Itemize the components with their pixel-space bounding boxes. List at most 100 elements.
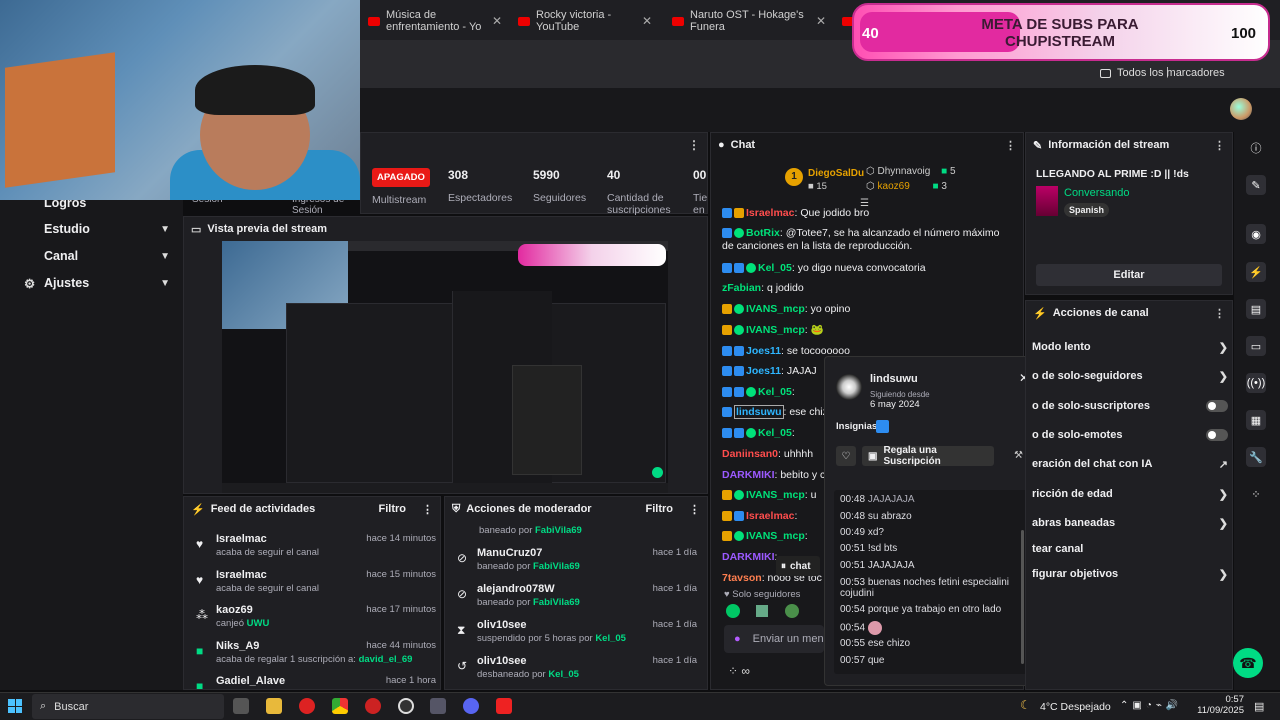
emotes-only-action[interactable]: o de solo-emotes [1032, 425, 1228, 445]
webcam-overlay [0, 0, 360, 200]
taskbar-clock[interactable]: 0:57 11/09/2025 [1196, 694, 1244, 716]
feed-filter-button[interactable]: Filtro [379, 503, 407, 515]
wrench-icon[interactable]: 🔧 [1246, 447, 1266, 467]
opera-gx-icon[interactable] [365, 698, 381, 714]
pencil-icon[interactable]: ✎ [1246, 175, 1266, 195]
history-message: 00:51 JAJAJAJA [840, 560, 915, 571]
sidebar-item-canal[interactable]: Canal ▼ [24, 246, 170, 266]
followers-stat: 5990 Seguidores [533, 168, 587, 204]
chat-menu-icon[interactable]: ⋮ [1005, 139, 1016, 152]
gift-icon: ▣ [868, 450, 878, 462]
info-menu-icon[interactable]: ⋮ [1214, 139, 1225, 152]
camera-icon[interactable]: ◉ [1246, 224, 1266, 244]
chevron-right-icon: ❯ [1218, 517, 1228, 530]
file-explorer-icon[interactable] [266, 698, 282, 714]
taskbar-search[interactable]: ⌕ Buscar [32, 694, 224, 719]
chat-message: Israelmac: Que jodido bro [722, 207, 1014, 220]
browser-tab[interactable]: Música de enfrentamiento - Yo ✕ [360, 8, 510, 34]
opera-icon[interactable] [299, 698, 315, 714]
youtube-icon [368, 16, 380, 26]
mod-item: ⊘ ManuCruz07 baneado por FabiVila69 hace 1 … [457, 547, 697, 572]
app-icon[interactable] [430, 698, 446, 714]
chat-tools-icon[interactable]: ⁘ ∞ [728, 664, 750, 678]
chat-message: BotRix: @Totee7, se ha alcanzado el núme… [722, 227, 1000, 252]
gift-sub-button[interactable]: ▣ Regala una Suscripción [862, 445, 994, 467]
layout-icon[interactable]: ▦ [1246, 410, 1266, 430]
age-restriction-action[interactable]: ricción de edad ❯ [1032, 484, 1228, 504]
configure-goals-action[interactable]: figurar objetivos ❯ [1032, 564, 1228, 584]
mod-item-partial: baneado por FabiVila69 [479, 525, 582, 536]
emote-icon[interactable] [726, 604, 740, 618]
youtube-icon [672, 16, 684, 26]
followers-only-indicator: ♥ Solo seguidores [724, 589, 801, 600]
chat-paused-button[interactable]: ⏸ chat [776, 556, 820, 576]
feed-item: ⁂ kaoz69 canjeó UWU hace 17 minutos [196, 604, 436, 629]
feed-item: ♥ Israelmac acaba de seguir el canal hace 1… [196, 533, 436, 558]
stats-menu-icon[interactable]: ⋮ [688, 138, 700, 152]
close-tab-icon[interactable]: ✕ [492, 14, 502, 28]
windows-start-icon[interactable] [8, 699, 22, 713]
chevron-right-icon: ❯ [1218, 341, 1228, 354]
subs-only-action[interactable]: o de solo-suscriptores [1032, 396, 1228, 416]
top-gifter-1-name: DiegoSalDu [808, 168, 865, 179]
preview-usercard [512, 365, 582, 475]
raid-channel-action[interactable]: tear canal [1032, 539, 1228, 559]
chat-bubble-icon[interactable]: ▭ [1246, 336, 1266, 356]
pause-icon: ⏸ [781, 560, 786, 572]
mod-tool-icon[interactable]: ⚒ [1014, 450, 1023, 461]
banned-words-action[interactable]: abras baneadas ❯ [1032, 513, 1228, 533]
close-tab-icon[interactable]: ✕ [816, 14, 826, 28]
emotes-only-toggle[interactable] [1206, 429, 1228, 441]
document-icon[interactable]: ▤ [1246, 299, 1266, 319]
history-message: 00:49 xd? [840, 527, 884, 538]
preview-header: ▭ Vista previa del stream [191, 223, 328, 236]
avatar[interactable] [1230, 98, 1252, 120]
chat-message: IVANS_mcp: 🐸 [722, 324, 1014, 337]
system-tray-icons[interactable]: ⌃▣◔⌁🔊 [1120, 700, 1182, 711]
chat-input[interactable]: ● Enviar un men [724, 625, 824, 653]
broadcast-icon[interactable]: ((•)) [1246, 373, 1266, 393]
bolt-icon[interactable]: ⚡ [1246, 262, 1266, 282]
stream-preview-video[interactable] [222, 241, 668, 493]
feed-item: ♥ Israelmac acaba de seguir el canal hace 1… [196, 569, 436, 594]
category-label: Conversando [1064, 187, 1130, 199]
ban-icon: ⊘ [457, 587, 468, 601]
app-icon[interactable] [496, 698, 512, 714]
user-avatar [836, 374, 862, 400]
sidebar-item-ajustes[interactable]: ⚙ Ajustes ▼ [24, 273, 170, 293]
emote-icon[interactable] [785, 604, 799, 618]
emote-icon[interactable] [756, 605, 768, 617]
browser-tab[interactable]: Rocky victoria - YouTube ✕ [510, 8, 660, 34]
chevron-down-icon: ▼ [160, 277, 170, 289]
all-bookmarks-button[interactable]: Todos los marcadores [1100, 60, 1225, 86]
info-icon[interactable]: ⓘ [1246, 138, 1266, 158]
browser-tab[interactable]: Naruto OST - Hokage's Funera ✕ [664, 8, 834, 34]
actions-menu-icon[interactable]: ⋮ [1214, 307, 1225, 320]
chevron-down-icon: ▼ [160, 223, 170, 235]
subs-only-toggle[interactable] [1206, 400, 1228, 412]
gift-icon: ■ [196, 644, 204, 658]
microphone-icon: ● [734, 633, 741, 645]
mod-menu-icon[interactable]: ⋮ [689, 503, 700, 516]
heart-icon: ♥ [196, 573, 204, 587]
apps-icon[interactable]: ⁘ [1246, 484, 1266, 504]
feed-menu-icon[interactable]: ⋮ [422, 503, 433, 516]
task-view-icon[interactable] [233, 698, 249, 714]
following-since-label: Siguiendo desde [870, 390, 930, 399]
mod-filter-button[interactable]: Filtro [646, 503, 674, 515]
close-tab-icon[interactable]: ✕ [642, 14, 652, 28]
slow-mode-action[interactable]: Modo lento ❯ [1032, 337, 1228, 357]
discord-icon[interactable] [463, 698, 479, 714]
notifications-icon[interactable]: ▤ [1254, 700, 1264, 713]
ai-moderation-action[interactable]: eración del chat con IA ↗ [1032, 454, 1228, 474]
obs-icon[interactable] [398, 698, 414, 714]
support-icon[interactable]: ☎ [1233, 648, 1263, 678]
chrome-icon[interactable] [332, 698, 348, 714]
history-scrollbar[interactable] [1021, 530, 1024, 664]
followers-only-action[interactable]: o de solo-seguidores ❯ [1032, 366, 1228, 386]
sidebar-item-estudio[interactable]: Estudio ▼ [24, 219, 170, 239]
chat-icon: ● [718, 139, 725, 151]
edit-button[interactable]: Editar [1036, 264, 1222, 286]
mod-item: ⧗ oliv10see suspendido por 5 horas por Kel… [457, 619, 697, 644]
follow-heart-button[interactable]: ♡ [836, 446, 856, 466]
